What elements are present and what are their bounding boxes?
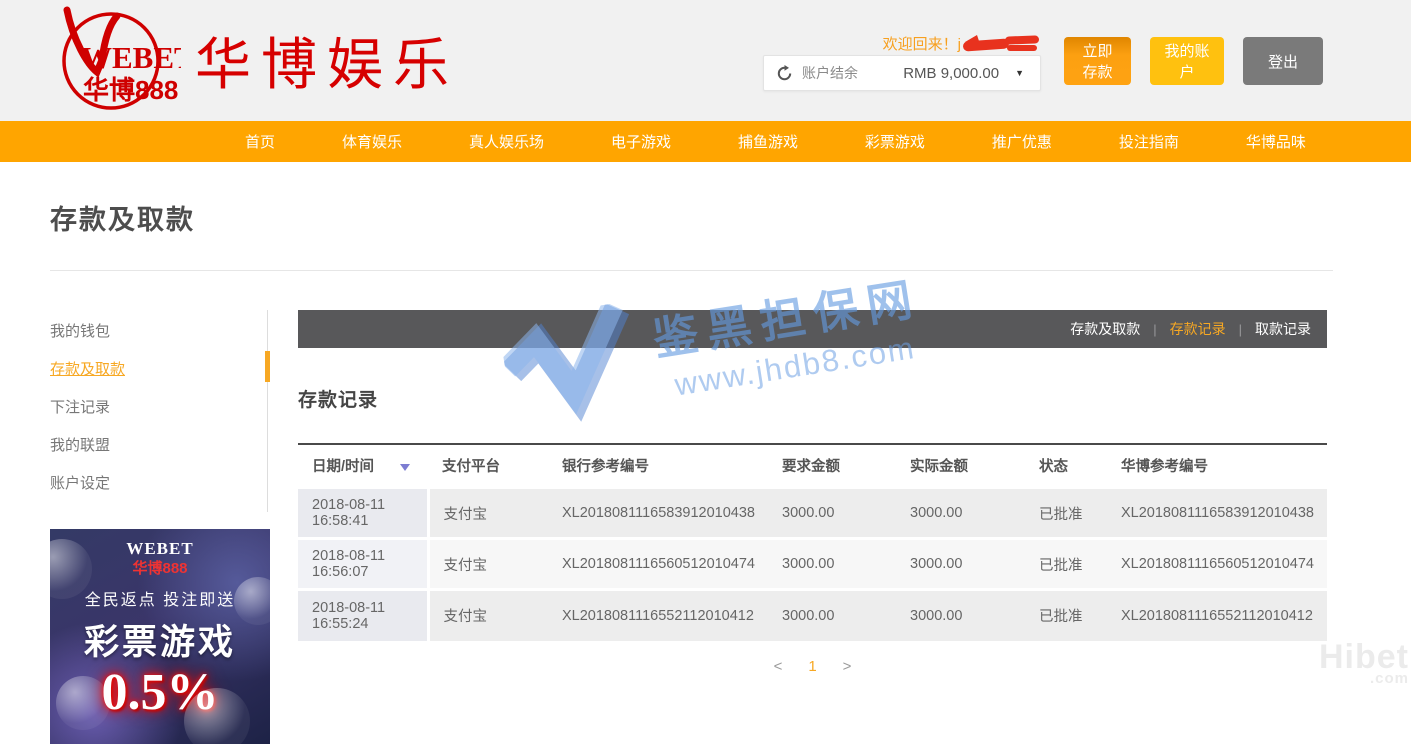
- col-huabo-ref[interactable]: 华博参考编号: [1107, 444, 1327, 488]
- cell-actual: 3000.00: [896, 590, 1025, 641]
- cell-bank-ref: XL2018081116560512010474: [548, 539, 768, 590]
- promo-banner[interactable]: WEBET 华博888 全民返点 投注即送 彩票游戏 0.5%: [50, 529, 270, 744]
- cell-bank-ref: XL2018081116583912010438: [548, 488, 768, 539]
- nav-item-sports[interactable]: 体育娱乐: [342, 131, 402, 152]
- cell-datetime: 2018-08-11 16:55:24: [298, 590, 428, 641]
- col-requested-amount[interactable]: 要求金额: [768, 444, 896, 488]
- cell-requested: 3000.00: [768, 488, 896, 539]
- balance-value: RMB 9,000.00: [903, 65, 999, 82]
- main-content: 存款及取款 | 存款记录 | 取款记录 存款记录 日期/时间 支付平台 银行参考…: [298, 310, 1327, 675]
- refresh-icon[interactable]: [776, 65, 793, 82]
- main-nav: 首页 体育娱乐 真人娱乐场 电子游戏 捕鱼游戏 彩票游戏 推广优惠 投注指南 华…: [0, 121, 1411, 162]
- cell-platform: 支付宝: [428, 539, 548, 590]
- table-row: 2018-08-11 16:56:07 支付宝 XL20180811165605…: [298, 539, 1327, 590]
- cell-requested: 3000.00: [768, 590, 896, 641]
- col-datetime[interactable]: 日期/时间: [298, 444, 428, 488]
- nav-item-lottery[interactable]: 彩票游戏: [865, 131, 925, 152]
- nav-item-huabo-taste[interactable]: 华博品味: [1246, 131, 1306, 152]
- page-head: 存款及取款: [0, 162, 1411, 237]
- pagination: < 1 >: [298, 658, 1327, 675]
- tab-withdraw-records[interactable]: 取款记录: [1255, 319, 1311, 339]
- cell-status: 已批准: [1025, 488, 1107, 539]
- cell-requested: 3000.00: [768, 539, 896, 590]
- table-header-row: 日期/时间 支付平台 银行参考编号 要求金额 实际金额 状态 华博参考编号: [298, 444, 1327, 488]
- site-header: WEBET 华博888 华博娱乐 欢迎回来！j 账户结余 RMB 9,00: [0, 0, 1411, 121]
- pagination-page-1[interactable]: 1: [808, 658, 816, 675]
- cell-datetime: 2018-08-11 16:56:07: [298, 539, 428, 590]
- sidebar-item-my-affiliate[interactable]: 我的联盟: [50, 426, 267, 463]
- table-row: 2018-08-11 16:58:41 支付宝 XL20180811165839…: [298, 488, 1327, 539]
- logo-sub-text: 华博888: [83, 75, 178, 105]
- col-platform[interactable]: 支付平台: [428, 444, 548, 488]
- sidebar-menu: 我的钱包 存款及取款 下注记录 我的联盟 账户设定: [50, 310, 268, 512]
- nav-item-home[interactable]: 首页: [245, 131, 275, 152]
- tab-deposit-records[interactable]: 存款记录: [1170, 319, 1226, 339]
- cell-status: 已批准: [1025, 590, 1107, 641]
- record-tabbar: 存款及取款 | 存款记录 | 取款记录: [298, 310, 1327, 348]
- balance-label: 账户结余: [802, 63, 858, 83]
- cell-platform: 支付宝: [428, 488, 548, 539]
- tab-separator: |: [1153, 322, 1156, 337]
- sidebar-item-bet-records[interactable]: 下注记录: [50, 388, 267, 425]
- col-bank-ref[interactable]: 银行参考编号: [548, 444, 768, 488]
- cell-huabo-ref: XL2018081116560512010474: [1107, 539, 1327, 590]
- site-logo[interactable]: WEBET 华博888 华博娱乐: [45, 6, 459, 114]
- pagination-next[interactable]: >: [843, 658, 852, 675]
- svg-text:WEBET: WEBET: [81, 40, 181, 75]
- nav-item-betting-guide[interactable]: 投注指南: [1119, 131, 1179, 152]
- my-account-button[interactable]: 我的账户: [1150, 37, 1224, 85]
- welcome-message: 欢迎回来！j: [763, 33, 1041, 53]
- sort-desc-icon[interactable]: [400, 464, 410, 471]
- welcome-text: 欢迎回来！j: [883, 33, 961, 54]
- tab-separator: |: [1239, 322, 1242, 337]
- sidebar-item-account-settings[interactable]: 账户设定: [50, 464, 267, 501]
- cell-datetime: 2018-08-11 16:58:41: [298, 488, 428, 539]
- sidebar-item-deposit-withdraw[interactable]: 存款及取款: [50, 350, 267, 387]
- nav-item-live-casino[interactable]: 真人娱乐场: [469, 131, 544, 152]
- col-status[interactable]: 状态: [1025, 444, 1107, 488]
- logout-button[interactable]: 登出: [1243, 37, 1323, 85]
- cell-bank-ref: XL2018081116552112010412: [548, 590, 768, 641]
- redaction-scribble-icon: [963, 33, 1041, 53]
- banner-title: 彩票游戏: [50, 614, 270, 665]
- section-title: 存款记录: [298, 385, 1327, 412]
- chevron-down-icon[interactable]: ▼: [1015, 68, 1024, 78]
- nav-item-promotions[interactable]: 推广优惠: [992, 131, 1052, 152]
- page-title: 存款及取款: [50, 198, 1411, 237]
- cell-status: 已批准: [1025, 539, 1107, 590]
- table-row: 2018-08-11 16:55:24 支付宝 XL20180811165521…: [298, 590, 1327, 641]
- sidebar-item-wallet[interactable]: 我的钱包: [50, 312, 267, 349]
- pagination-prev[interactable]: <: [774, 658, 783, 675]
- header-buttons: 立即存款 我的账户 登出: [1064, 37, 1323, 85]
- balance-box[interactable]: 账户结余 RMB 9,000.00 ▼: [763, 55, 1041, 91]
- cell-actual: 3000.00: [896, 488, 1025, 539]
- tab-deposit-withdraw[interactable]: 存款及取款: [1070, 319, 1140, 339]
- deposit-records-table: 日期/时间 支付平台 银行参考编号 要求金额 实际金额 状态 华博参考编号 20…: [298, 443, 1327, 641]
- lottery-ball-decoration: [56, 676, 110, 730]
- cell-platform: 支付宝: [428, 590, 548, 641]
- nav-item-fishing[interactable]: 捕鱼游戏: [738, 131, 798, 152]
- col-actual-amount[interactable]: 实际金额: [896, 444, 1025, 488]
- logo-title: 华博娱乐: [195, 20, 459, 101]
- deposit-now-button[interactable]: 立即存款: [1064, 37, 1131, 85]
- account-area: 欢迎回来！j 账户结余 RMB 9,000.00 ▼: [763, 33, 1041, 91]
- nav-item-slots[interactable]: 电子游戏: [611, 131, 671, 152]
- sidebar: 我的钱包 存款及取款 下注记录 我的联盟 账户设定 WEBET 华博888 全民…: [50, 310, 268, 744]
- cell-actual: 3000.00: [896, 539, 1025, 590]
- cell-huabo-ref: XL2018081116583912010438: [1107, 488, 1327, 539]
- webet-logo-icon: WEBET 华博888: [45, 6, 181, 114]
- cell-huabo-ref: XL2018081116552112010412: [1107, 590, 1327, 641]
